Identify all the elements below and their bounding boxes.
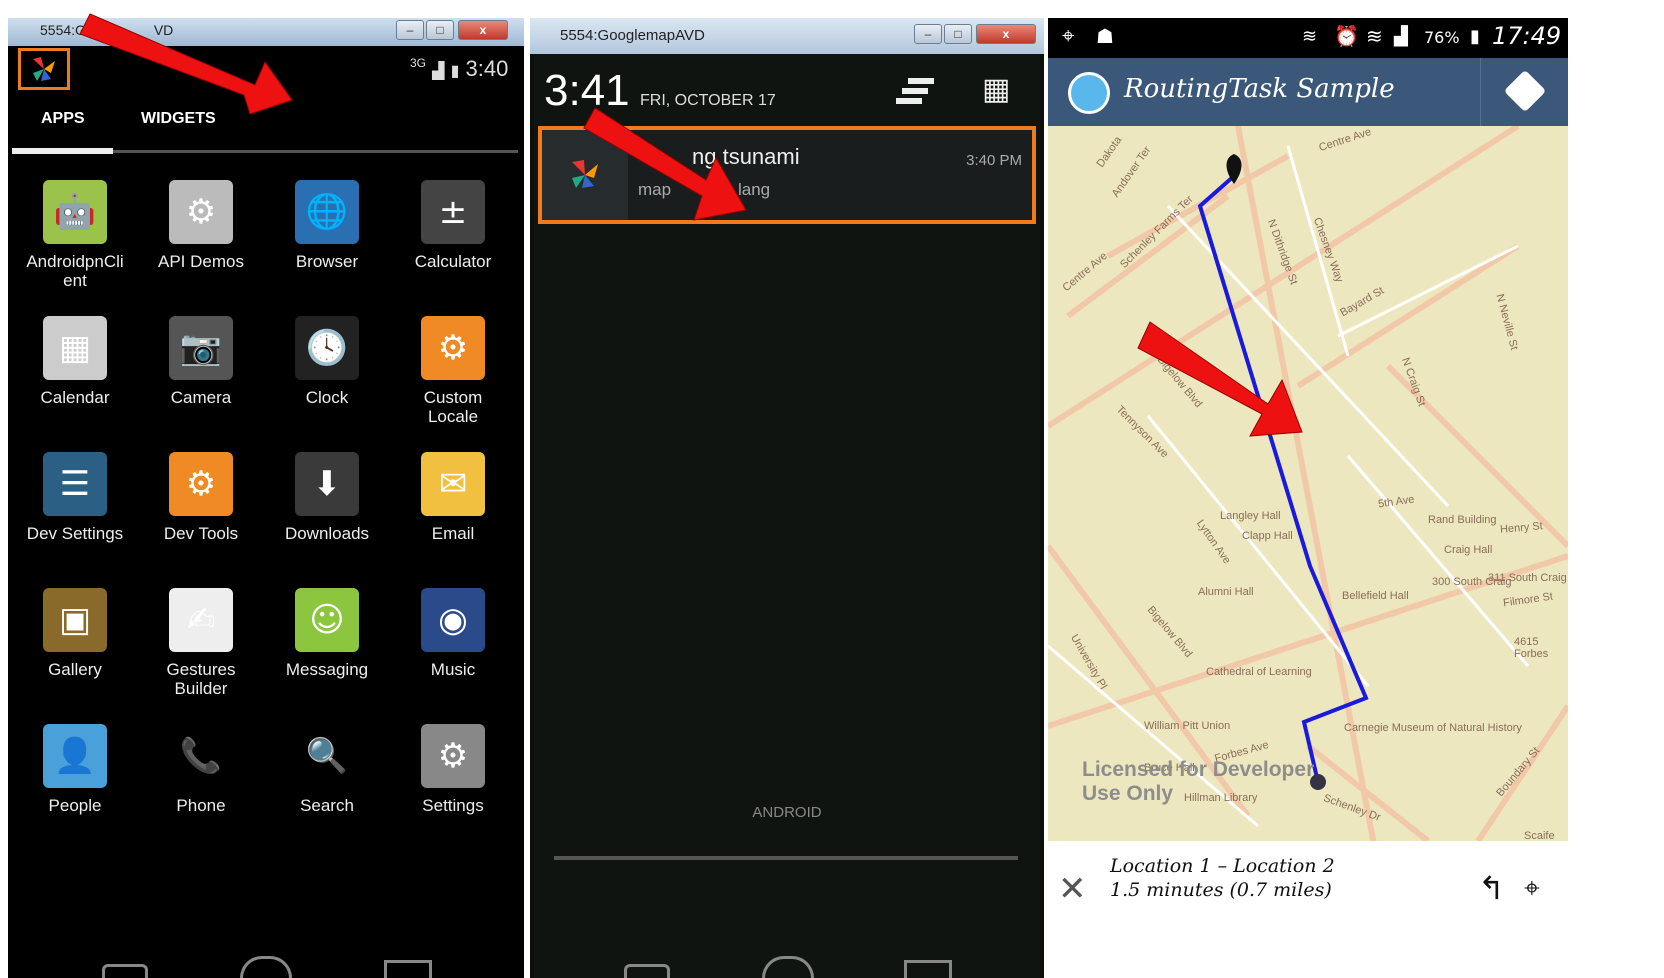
red-arrow-3 (1137, 321, 1303, 437)
red-arrow-1 (79, 13, 293, 115)
annotation-layer (79, 13, 1303, 437)
red-arrow-2 (583, 107, 747, 221)
